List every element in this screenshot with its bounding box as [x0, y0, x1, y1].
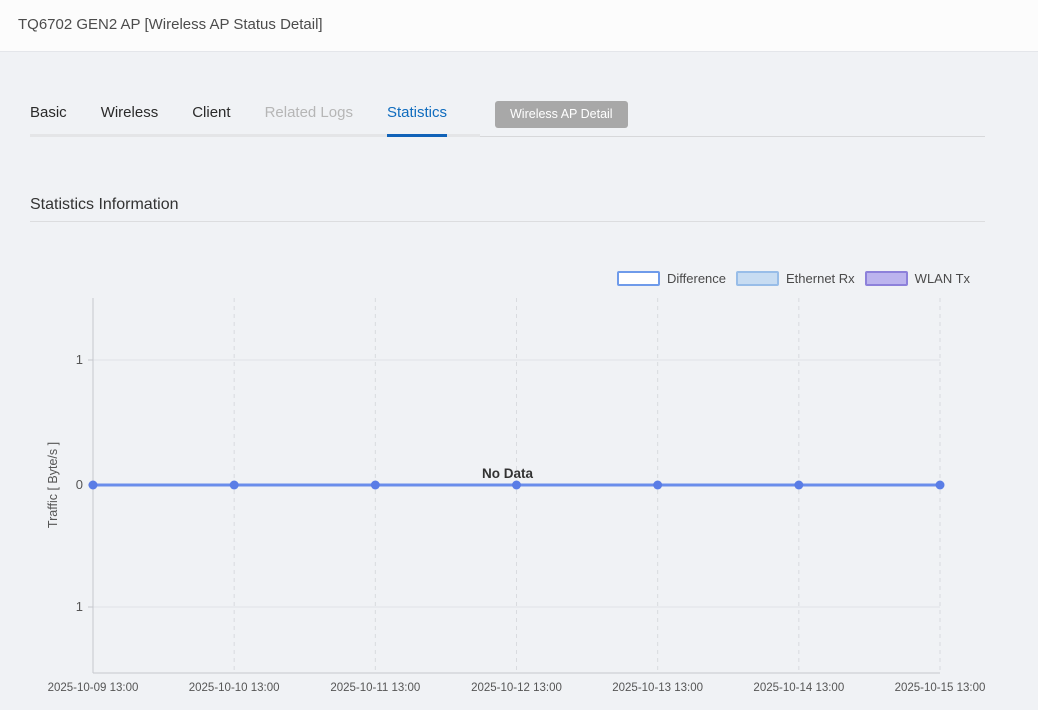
- data-point-marker: [89, 481, 98, 490]
- no-data-label: No Data: [482, 466, 533, 481]
- tab-related-logs[interactable]: Related Logs: [265, 103, 353, 134]
- data-point-marker: [653, 481, 662, 490]
- traffic-statistics-chart: 1 0 1 Traffic [ Byte/s ] 2025-10-09 13:00 202…: [0, 250, 1038, 710]
- data-point-marker: [936, 481, 945, 490]
- data-point-marker: [371, 481, 380, 490]
- y-tick-label: 1: [76, 352, 83, 367]
- y-tick-label: 1: [76, 599, 83, 614]
- x-tick-label: 2025-10-14 13:00: [753, 682, 844, 694]
- tab-statistics[interactable]: Statistics: [387, 103, 447, 137]
- section-divider: [30, 221, 985, 222]
- y-axis-label: Traffic [ Byte/s ]: [46, 442, 60, 528]
- tab-basic[interactable]: Basic: [30, 103, 67, 134]
- data-point-marker: [512, 481, 521, 490]
- x-tick-label: 2025-10-09 13:00: [48, 682, 139, 694]
- tab-bar: Basic Wireless Client Related Logs Stati…: [30, 103, 480, 137]
- y-tick-label: 0: [76, 477, 83, 492]
- x-tick-label: 2025-10-13 13:00: [612, 682, 703, 694]
- x-tick-label: 2025-10-15 13:00: [895, 682, 986, 694]
- tab-bar-divider: [480, 136, 985, 137]
- x-tick-label: 2025-10-11 13:00: [330, 682, 420, 694]
- page-title: TQ6702 GEN2 AP [Wireless AP Status Detai…: [18, 0, 323, 50]
- x-tick-label: 2025-10-10 13:00: [189, 682, 280, 694]
- tab-client[interactable]: Client: [192, 103, 230, 134]
- tab-wireless[interactable]: Wireless: [101, 103, 159, 134]
- wireless-ap-status-detail-page: TQ6702 GEN2 AP [Wireless AP Status Detai…: [0, 0, 1038, 710]
- data-point-marker: [230, 481, 239, 490]
- wireless-ap-detail-button[interactable]: Wireless AP Detail: [495, 101, 628, 128]
- data-point-marker: [794, 481, 803, 490]
- section-title: Statistics Information: [30, 196, 179, 214]
- page-header: TQ6702 GEN2 AP [Wireless AP Status Detai…: [0, 0, 1038, 52]
- x-tick-label: 2025-10-12 13:00: [471, 682, 562, 694]
